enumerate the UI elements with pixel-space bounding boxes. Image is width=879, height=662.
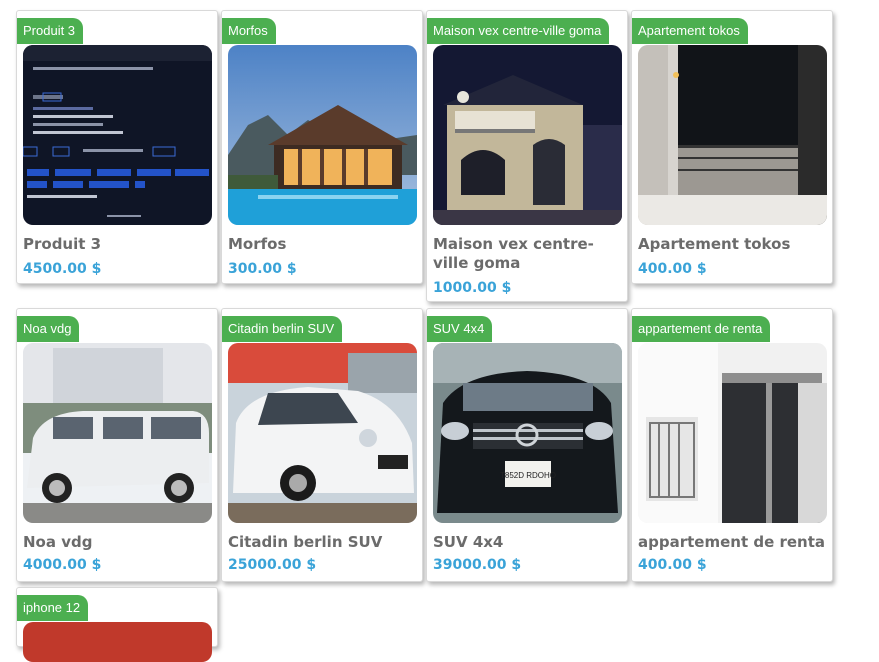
product-price: 1000.00 $ xyxy=(433,280,512,296)
product-card[interactable]: Citadin berlin SUV Citadin berlin SUV 25… xyxy=(221,308,423,582)
product-image[interactable] xyxy=(228,343,417,523)
product-image[interactable] xyxy=(23,622,212,662)
product-price: 4000.00 $ xyxy=(23,557,102,573)
product-card[interactable]: Produit 3 Produit 3 4500.00 $ xyxy=(16,10,218,284)
product-image[interactable] xyxy=(638,45,827,225)
product-image[interactable] xyxy=(433,45,622,225)
product-image[interactable]: T852D RDOHO xyxy=(433,343,622,523)
product-card[interactable]: SUV 4x4 T852D RDOHO SUV 4x4 39000.00 $ xyxy=(426,308,628,582)
product-badge: SUV 4x4 xyxy=(427,316,493,342)
product-name[interactable]: Morfos xyxy=(228,235,418,254)
product-card[interactable]: Noa vdg Noa vdg 4000.00 $ xyxy=(16,308,218,582)
product-name[interactable]: Maison vex centre-ville goma xyxy=(433,235,623,273)
product-badge: Maison vex centre-ville goma xyxy=(427,18,610,44)
product-name[interactable]: Citadin berlin SUV xyxy=(228,533,418,552)
license-plate-text: T852D RDOHO xyxy=(500,471,556,480)
product-badge: Morfos xyxy=(222,18,276,44)
product-badge: iphone 12 xyxy=(17,595,89,621)
product-card[interactable]: Apartement tokos Apartement tokos 400.00… xyxy=(631,10,833,284)
product-name[interactable]: Produit 3 xyxy=(23,235,213,254)
product-price: 25000.00 $ xyxy=(228,557,317,573)
product-price: 400.00 $ xyxy=(638,261,707,277)
product-name[interactable]: Apartement tokos xyxy=(638,235,828,254)
product-image[interactable] xyxy=(228,45,417,225)
product-image[interactable] xyxy=(638,343,827,523)
product-name[interactable]: appartement de renta xyxy=(638,533,828,552)
product-badge: Produit 3 xyxy=(17,18,84,44)
product-image[interactable] xyxy=(23,343,212,523)
product-card[interactable]: Morfos Morfos 300.00 $ xyxy=(221,10,423,284)
product-badge: appartement de renta xyxy=(632,316,771,342)
product-price: 4500.00 $ xyxy=(23,261,102,277)
product-card[interactable]: Maison vex centre-ville goma Maison vex … xyxy=(426,10,628,302)
product-image[interactable] xyxy=(23,45,212,225)
product-price: 39000.00 $ xyxy=(433,557,522,573)
product-name[interactable]: SUV 4x4 xyxy=(433,533,623,552)
product-badge: Noa vdg xyxy=(17,316,80,342)
product-card[interactable]: iphone 12 xyxy=(16,587,218,662)
product-badge: Citadin berlin SUV xyxy=(222,316,343,342)
product-badge: Apartement tokos xyxy=(632,18,748,44)
product-price: 400.00 $ xyxy=(638,557,707,573)
product-name[interactable]: Noa vdg xyxy=(23,533,213,552)
product-price: 300.00 $ xyxy=(228,261,297,277)
product-card[interactable]: appartement de renta appartement de rent… xyxy=(631,308,833,582)
